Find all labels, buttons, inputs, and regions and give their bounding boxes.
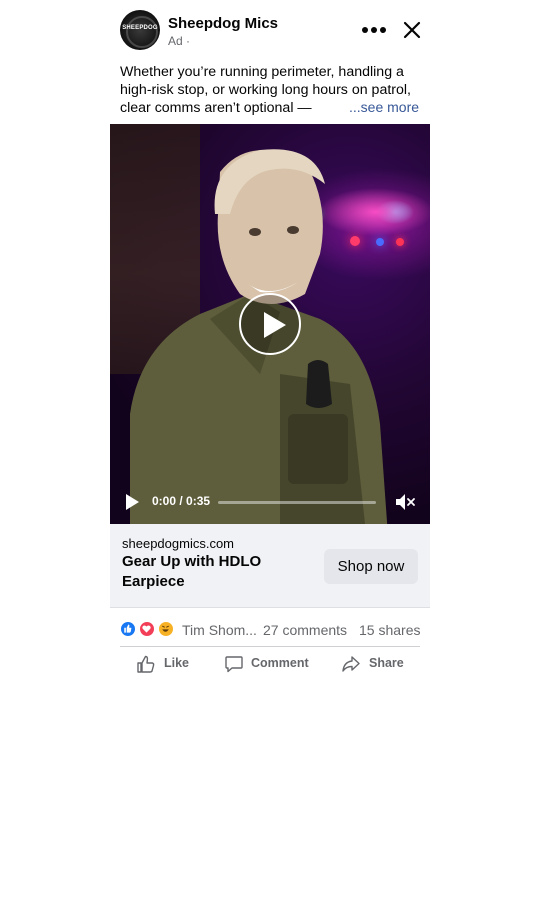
video-controls: 0:00 / 0:35: [110, 480, 430, 524]
video-progress-bar[interactable]: [218, 501, 376, 504]
more-horizontal-icon: [362, 27, 368, 33]
comments-count[interactable]: 27 comments: [263, 622, 347, 638]
share-button[interactable]: Share: [341, 648, 411, 680]
close-icon: [403, 21, 421, 39]
cta-domain: sheepdogmics.com: [122, 536, 234, 551]
like-reaction-icon[interactable]: [120, 621, 136, 637]
call-to-action-bar[interactable]: sheepdogmics.com Gear Up with HDLO Earpi…: [110, 524, 430, 607]
close-button[interactable]: [402, 20, 422, 40]
shares-count[interactable]: 15 shares: [359, 622, 420, 638]
divider: [110, 607, 430, 608]
love-reaction-icon[interactable]: [139, 621, 155, 637]
page-avatar[interactable]: SHEEPDOG: [120, 10, 160, 50]
ad-post: SHEEPDOG Sheepdog Mics Ad · Whether you’…: [110, 0, 430, 673]
post-actions: Like Comment Share: [110, 648, 430, 682]
more-dot: [380, 27, 386, 33]
see-more-link[interactable]: ...see more: [345, 99, 420, 115]
video-time-display: 0:00 / 0:35: [152, 494, 211, 508]
thumbs-up-icon: [137, 655, 155, 673]
like-label: Like: [164, 656, 190, 670]
more-dot: [371, 27, 377, 33]
reactors-names[interactable]: Tim Shom...: [182, 622, 257, 638]
control-play-button[interactable]: [126, 494, 139, 510]
cta-headline[interactable]: Gear Up with HDLO Earpiece: [122, 552, 312, 592]
volume-muted-icon: [396, 494, 415, 510]
avatar-logo-text: SHEEPDOG: [122, 25, 158, 31]
engagement-summary: Tim Shom... 27 comments 15 shares: [110, 614, 430, 644]
page-name[interactable]: Sheepdog Mics: [168, 15, 278, 32]
haha-reaction-icon[interactable]: [158, 621, 174, 637]
video-player[interactable]: 0:00 / 0:35: [110, 124, 430, 524]
sponsored-label: Ad ·: [168, 34, 191, 48]
divider: [120, 646, 420, 647]
comment-button[interactable]: Comment: [224, 648, 314, 680]
comment-label: Comment: [251, 656, 309, 670]
mute-button[interactable]: [394, 492, 416, 512]
play-icon[interactable]: [239, 293, 301, 355]
like-button[interactable]: Like: [136, 648, 196, 680]
more-options-button[interactable]: [362, 20, 386, 40]
share-label: Share: [369, 656, 404, 670]
shop-now-button[interactable]: Shop now: [324, 549, 418, 584]
comment-icon: [225, 656, 243, 673]
share-icon: [342, 656, 360, 672]
post-header: SHEEPDOG Sheepdog Mics Ad ·: [110, 0, 430, 60]
